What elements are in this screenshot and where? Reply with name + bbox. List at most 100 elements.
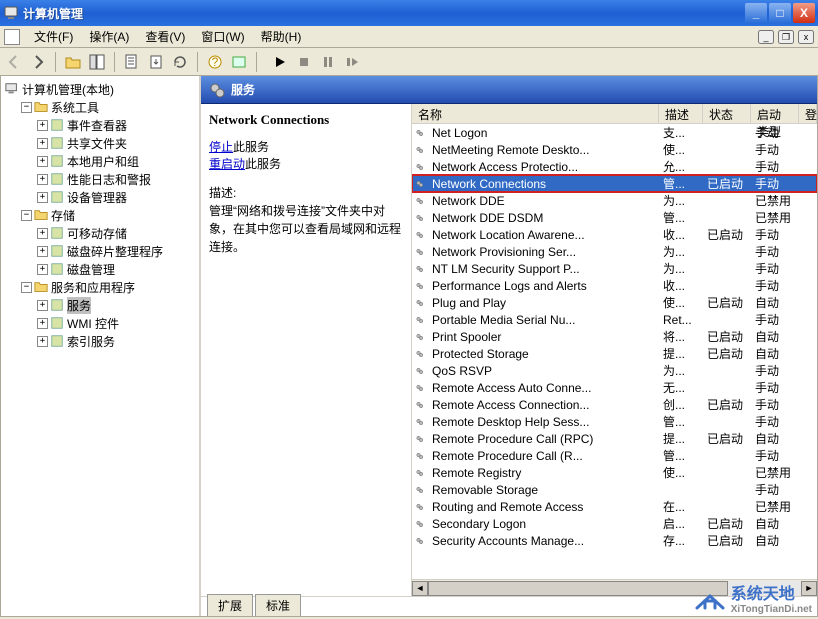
- service-row[interactable]: Security Accounts Manage... 存... 已启动 自动: [412, 532, 817, 549]
- service-desc: 提...: [659, 345, 703, 362]
- tree-group[interactable]: − 存储: [19, 206, 197, 224]
- service-startup: 自动: [751, 532, 799, 549]
- service-stop-button[interactable]: [294, 52, 314, 72]
- tree-root[interactable]: 计算机管理(本地): [3, 80, 197, 98]
- service-startup: 手动: [751, 277, 799, 294]
- service-row[interactable]: Net Logon 支... 手动: [412, 124, 817, 141]
- expander-icon[interactable]: +: [37, 318, 48, 329]
- expander-icon[interactable]: +: [37, 120, 48, 131]
- tree-item[interactable]: + 设备管理器: [35, 188, 197, 206]
- tree-item[interactable]: + 索引服务: [35, 332, 197, 350]
- properties-button[interactable]: [122, 52, 142, 72]
- service-row[interactable]: Network DDE DSDM 管... 已禁用: [412, 209, 817, 226]
- tree-item[interactable]: + 可移动存储: [35, 224, 197, 242]
- service-row[interactable]: Remote Access Connection... 创... 已启动 手动: [412, 396, 817, 413]
- list-header: 名称 描述 状态 启动类型 登: [412, 104, 817, 124]
- tree-item[interactable]: + 服务: [35, 296, 197, 314]
- expander-icon[interactable]: +: [37, 192, 48, 203]
- service-row[interactable]: Remote Access Auto Conne... 无... 手动: [412, 379, 817, 396]
- menu-file[interactable]: 文件(F): [26, 26, 81, 47]
- service-row[interactable]: QoS RSVP 为... 手动: [412, 362, 817, 379]
- expander-icon[interactable]: +: [37, 138, 48, 149]
- help-button[interactable]: ?: [205, 52, 225, 72]
- column-startup[interactable]: 启动类型: [751, 104, 799, 123]
- tree-item[interactable]: + WMI 控件: [35, 314, 197, 332]
- service-row[interactable]: Secondary Logon 启... 已启动 自动: [412, 515, 817, 532]
- tree-item[interactable]: + 共享文件夹: [35, 134, 197, 152]
- menu-window[interactable]: 窗口(W): [193, 26, 252, 47]
- service-row[interactable]: NT LM Security Support P... 为... 手动: [412, 260, 817, 277]
- tree-item[interactable]: + 磁盘管理: [35, 260, 197, 278]
- expander-icon[interactable]: +: [37, 246, 48, 257]
- expander-icon[interactable]: −: [21, 102, 32, 113]
- service-restart-button[interactable]: [342, 52, 362, 72]
- column-logon[interactable]: 登: [799, 104, 817, 123]
- service-row[interactable]: Protected Storage 提... 已启动 自动: [412, 345, 817, 362]
- up-level-button[interactable]: [63, 52, 83, 72]
- service-desc: 允...: [659, 158, 703, 175]
- service-row[interactable]: Network Connections 管... 已启动 手动: [412, 175, 817, 192]
- column-name[interactable]: 名称: [412, 104, 659, 123]
- menu-bar: 文件(F) 操作(A) 查看(V) 窗口(W) 帮助(H) _ ❐ x: [0, 26, 818, 48]
- scroll-thumb[interactable]: [428, 581, 728, 596]
- service-row[interactable]: Network Location Awarene... 收... 已启动 手动: [412, 226, 817, 243]
- tree-item[interactable]: + 事件查看器: [35, 116, 197, 134]
- service-row[interactable]: Network Provisioning Ser... 为... 手动: [412, 243, 817, 260]
- expander-icon[interactable]: +: [37, 264, 48, 275]
- nav-forward-button[interactable]: [28, 52, 48, 72]
- console-tree[interactable]: 计算机管理(本地) − 系统工具 + 事件查看器 + 共享文件夹 + 本地用户和…: [1, 76, 201, 616]
- expander-icon[interactable]: +: [37, 300, 48, 311]
- expander-icon[interactable]: +: [37, 228, 48, 239]
- show-hide-tree-button[interactable]: [87, 52, 107, 72]
- export-list-button[interactable]: [146, 52, 166, 72]
- menu-action[interactable]: 操作(A): [81, 26, 137, 47]
- service-row[interactable]: NetMeeting Remote Deskto... 使... 手动: [412, 141, 817, 158]
- service-row[interactable]: Performance Logs and Alerts 收... 手动: [412, 277, 817, 294]
- action-button[interactable]: [229, 52, 249, 72]
- service-row[interactable]: Remote Procedure Call (R... 管... 手动: [412, 447, 817, 464]
- expander-icon[interactable]: +: [37, 336, 48, 347]
- tab-extended[interactable]: 扩展: [207, 594, 253, 616]
- tree-group[interactable]: − 系统工具: [19, 98, 197, 116]
- service-stop-link[interactable]: 停止: [209, 140, 233, 154]
- service-start-button[interactable]: [270, 52, 290, 72]
- service-row[interactable]: Network DDE 为... 已禁用: [412, 192, 817, 209]
- service-row[interactable]: Routing and Remote Access 在... 已禁用: [412, 498, 817, 515]
- column-status[interactable]: 状态: [703, 104, 751, 123]
- tree-item[interactable]: + 本地用户和组: [35, 152, 197, 170]
- window-maximize-button[interactable]: □: [769, 3, 791, 23]
- service-row[interactable]: Removable Storage 手动: [412, 481, 817, 498]
- refresh-button[interactable]: [170, 52, 190, 72]
- service-row[interactable]: Portable Media Serial Nu... Ret... 手动: [412, 311, 817, 328]
- window-minimize-button[interactable]: _: [745, 3, 767, 23]
- service-row[interactable]: Print Spooler 将... 已启动 自动: [412, 328, 817, 345]
- stop-suffix: 此服务: [233, 140, 269, 154]
- service-name: Removable Storage: [428, 483, 659, 497]
- menu-view[interactable]: 查看(V): [137, 26, 193, 47]
- service-row[interactable]: Remote Desktop Help Sess... 管... 手动: [412, 413, 817, 430]
- tree-item[interactable]: + 性能日志和警报: [35, 170, 197, 188]
- column-description[interactable]: 描述: [659, 104, 703, 123]
- nav-back-button[interactable]: [4, 52, 24, 72]
- expander-icon[interactable]: +: [37, 174, 48, 185]
- gear-icon: [412, 126, 428, 140]
- service-row[interactable]: Remote Procedure Call (RPC) 提... 已启动 自动: [412, 430, 817, 447]
- expander-icon[interactable]: −: [21, 210, 32, 221]
- service-row[interactable]: Remote Registry 使... 已禁用: [412, 464, 817, 481]
- menu-help[interactable]: 帮助(H): [253, 26, 310, 47]
- scroll-left-button[interactable]: ◄: [412, 581, 428, 596]
- mdi-close-button[interactable]: x: [798, 30, 814, 44]
- window-close-button[interactable]: X: [793, 3, 815, 23]
- tree-item[interactable]: + 磁盘碎片整理程序: [35, 242, 197, 260]
- mdi-minimize-button[interactable]: _: [758, 30, 774, 44]
- mdi-restore-button[interactable]: ❐: [778, 30, 794, 44]
- service-pause-button[interactable]: [318, 52, 338, 72]
- expander-icon[interactable]: −: [21, 282, 32, 293]
- expander-icon[interactable]: +: [37, 156, 48, 167]
- service-name: Remote Access Connection...: [428, 398, 659, 412]
- service-restart-link[interactable]: 重启动: [209, 157, 245, 171]
- service-row[interactable]: Network Access Protectio... 允... 手动: [412, 158, 817, 175]
- service-row[interactable]: Plug and Play 使... 已启动 自动: [412, 294, 817, 311]
- tab-standard[interactable]: 标准: [255, 594, 301, 616]
- tree-group[interactable]: − 服务和应用程序: [19, 278, 197, 296]
